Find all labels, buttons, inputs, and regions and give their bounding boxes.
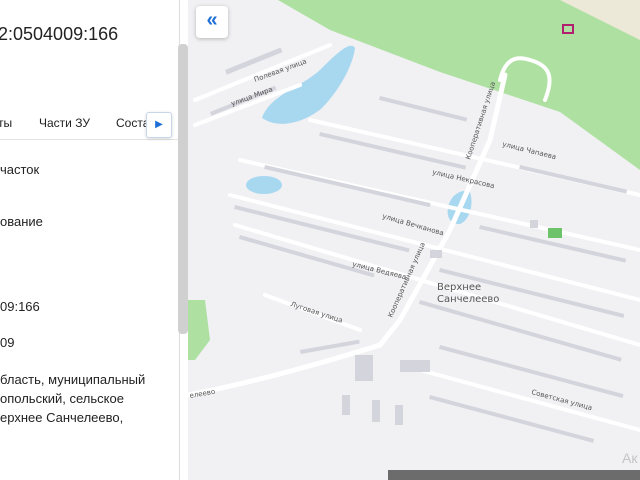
tab-composition[interactable]: Соста [116, 116, 149, 130]
green-plot [548, 228, 562, 238]
tab-partial-1[interactable]: ты [0, 116, 12, 130]
address-line: бласть, муниципальный [0, 372, 146, 387]
building-row [379, 95, 468, 122]
building [395, 405, 403, 425]
building [400, 360, 430, 372]
address-line: ерхнее Санчелеево, [0, 410, 124, 425]
field-cadastral-number: 09:166 [0, 299, 40, 314]
address-line: опольский, сельское [0, 391, 124, 406]
tab-scroll-right-button[interactable]: ▶ [146, 112, 172, 138]
info-panel: 2:0504009:166 ты Части ЗУ Соста ▶ часток… [0, 0, 180, 480]
field-type: часток [0, 162, 40, 177]
map-view[interactable]: Полевая улица улица Мира улица Чапаева К… [188, 0, 640, 480]
label-chapaeva: улица Чапаева [502, 140, 557, 161]
street-sovetskaya [418, 368, 640, 432]
map-watermark: Ак [622, 450, 638, 466]
tab-parts-zu[interactable]: Части ЗУ [39, 116, 90, 130]
label-vechkanova: улица Вечканова [381, 212, 444, 237]
cadastral-number-title: 2:0504009:166 [0, 24, 119, 44]
building [372, 400, 380, 422]
chevron-right-icon: ▶ [155, 119, 163, 130]
label-lugovaya: Луговая улица [289, 300, 343, 324]
building-row [238, 235, 375, 278]
building-row [519, 165, 628, 194]
label-road: елеево [189, 388, 216, 400]
label-nekrasova: улица Некрасова [432, 168, 496, 190]
field-quarter: 09 [0, 335, 15, 350]
field-usage: ование [0, 214, 43, 229]
double-chevron-left-icon: « [206, 9, 218, 31]
field-address: бласть, муниципальный опольский, сельско… [0, 370, 145, 427]
forest-edge [188, 300, 210, 360]
panel-scrollbar[interactable] [178, 44, 188, 334]
map-canvas: Полевая улица улица Мира улица Чапаева К… [188, 0, 640, 443]
building [355, 355, 373, 381]
pond-small-west [246, 176, 282, 194]
road-main [188, 342, 383, 398]
collapse-panel-button[interactable]: « [196, 6, 228, 38]
pond-large [262, 45, 355, 124]
building [530, 220, 538, 228]
village-label-line2: Санчелеево [437, 294, 499, 305]
building-row [264, 165, 431, 208]
building [430, 250, 442, 258]
map-attribution-bar [388, 470, 640, 480]
village-label-line1: Верхнее [437, 282, 481, 293]
label-polevaya: Полевая улица [253, 57, 308, 83]
building [342, 395, 350, 415]
